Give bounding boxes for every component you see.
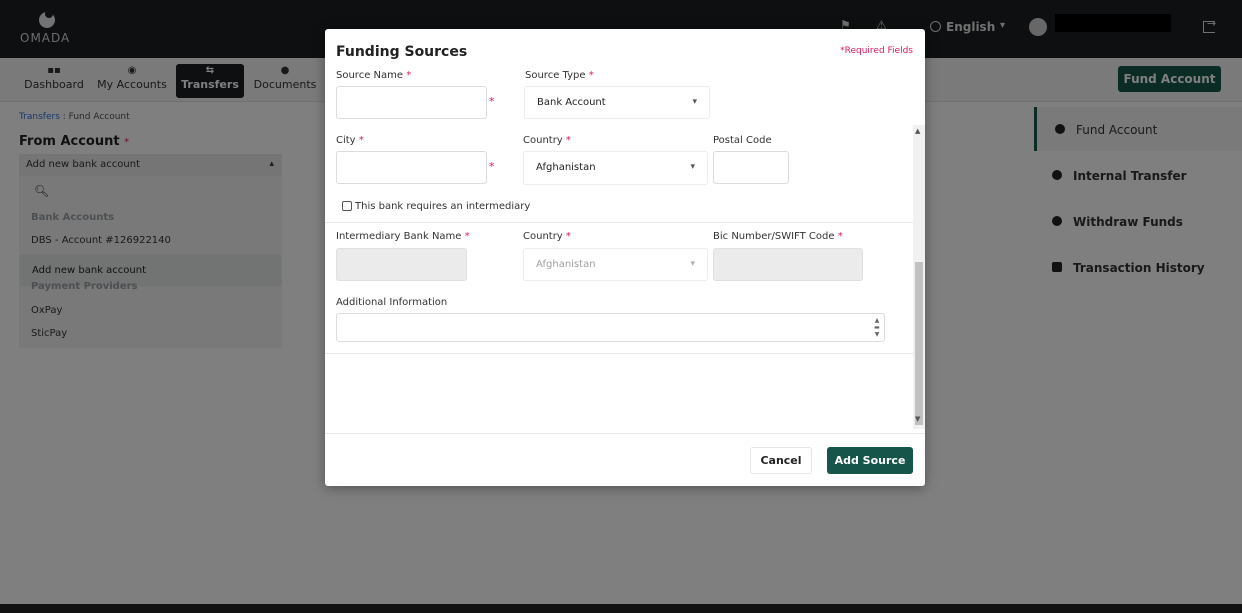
required-marker: * — [464, 231, 470, 242]
postal-code-input[interactable] — [713, 151, 789, 184]
required-marker: * — [565, 135, 571, 146]
section-divider — [325, 353, 913, 354]
add-source-button[interactable]: Add Source — [827, 447, 913, 474]
intermediary-country-select[interactable]: Afghanistan ▾ — [523, 248, 708, 281]
additional-info-textarea[interactable]: ▲ ▬ ▼ — [336, 313, 885, 342]
country-value: Afghanistan — [536, 162, 596, 173]
required-marker: * — [489, 95, 495, 108]
section-divider — [325, 222, 913, 223]
bottom-strip — [0, 604, 1242, 613]
country-label-text: Country — [523, 135, 563, 146]
bic-swift-label: Bic Number/SWIFT Code * — [713, 231, 843, 242]
funding-sources-modal: Funding Sources *Required Fields Source … — [325, 29, 925, 486]
country-select[interactable]: Afghanistan ▾ — [523, 151, 708, 185]
source-type-label: Source Type * — [525, 70, 594, 81]
bic-swift-input[interactable] — [713, 248, 863, 281]
intermediary-country-label-text: Country — [523, 231, 563, 242]
required-marker: * — [358, 135, 364, 146]
source-name-input[interactable] — [336, 86, 487, 119]
intermediary-bank-name-input[interactable] — [336, 248, 467, 281]
city-label: City * — [336, 135, 364, 146]
intermediary-bank-name-label-text: Intermediary Bank Name — [336, 231, 462, 242]
source-name-label-text: Source Name — [336, 70, 404, 81]
cancel-button[interactable]: Cancel — [750, 447, 812, 474]
required-marker: * — [588, 70, 594, 81]
required-marker: * — [837, 231, 843, 242]
scroll-thumb[interactable] — [915, 262, 923, 425]
city-label-text: City — [336, 135, 356, 146]
modal-scrollbar[interactable]: ▲ ▼ — [913, 125, 925, 429]
chevron-down-icon: ▾ — [690, 162, 695, 172]
postal-code-label: Postal Code — [713, 135, 772, 146]
chevron-down-icon: ▾ — [692, 97, 697, 107]
footer-divider — [325, 433, 925, 434]
scroll-down-icon[interactable]: ▼ — [915, 415, 920, 423]
bic-swift-label-text: Bic Number/SWIFT Code — [713, 231, 835, 242]
source-name-label: Source Name * — [336, 70, 411, 81]
required-marker: * — [406, 70, 412, 81]
required-marker: * — [489, 160, 495, 173]
intermediary-country-label: Country * — [523, 231, 571, 242]
city-input[interactable] — [336, 151, 487, 184]
modal-title: Funding Sources — [336, 44, 468, 60]
additional-info-label: Additional Information — [336, 297, 448, 308]
intermediary-country-value: Afghanistan — [536, 259, 596, 270]
chevron-down-icon: ▾ — [690, 259, 695, 269]
source-type-select[interactable]: Bank Account ▾ — [524, 86, 710, 119]
source-type-value: Bank Account — [537, 97, 606, 108]
country-label: Country * — [523, 135, 571, 146]
textarea-resize-handle[interactable]: ▲ ▬ ▼ — [872, 317, 882, 339]
intermediary-bank-name-label: Intermediary Bank Name * — [336, 231, 470, 242]
intermediary-checkbox-label[interactable]: This bank requires an intermediary — [355, 201, 530, 212]
required-marker: * — [565, 231, 571, 242]
source-type-label-text: Source Type — [525, 70, 586, 81]
required-fields-note: *Required Fields — [840, 46, 913, 56]
intermediary-checkbox[interactable] — [342, 201, 352, 211]
scroll-up-icon[interactable]: ▲ — [915, 127, 920, 135]
